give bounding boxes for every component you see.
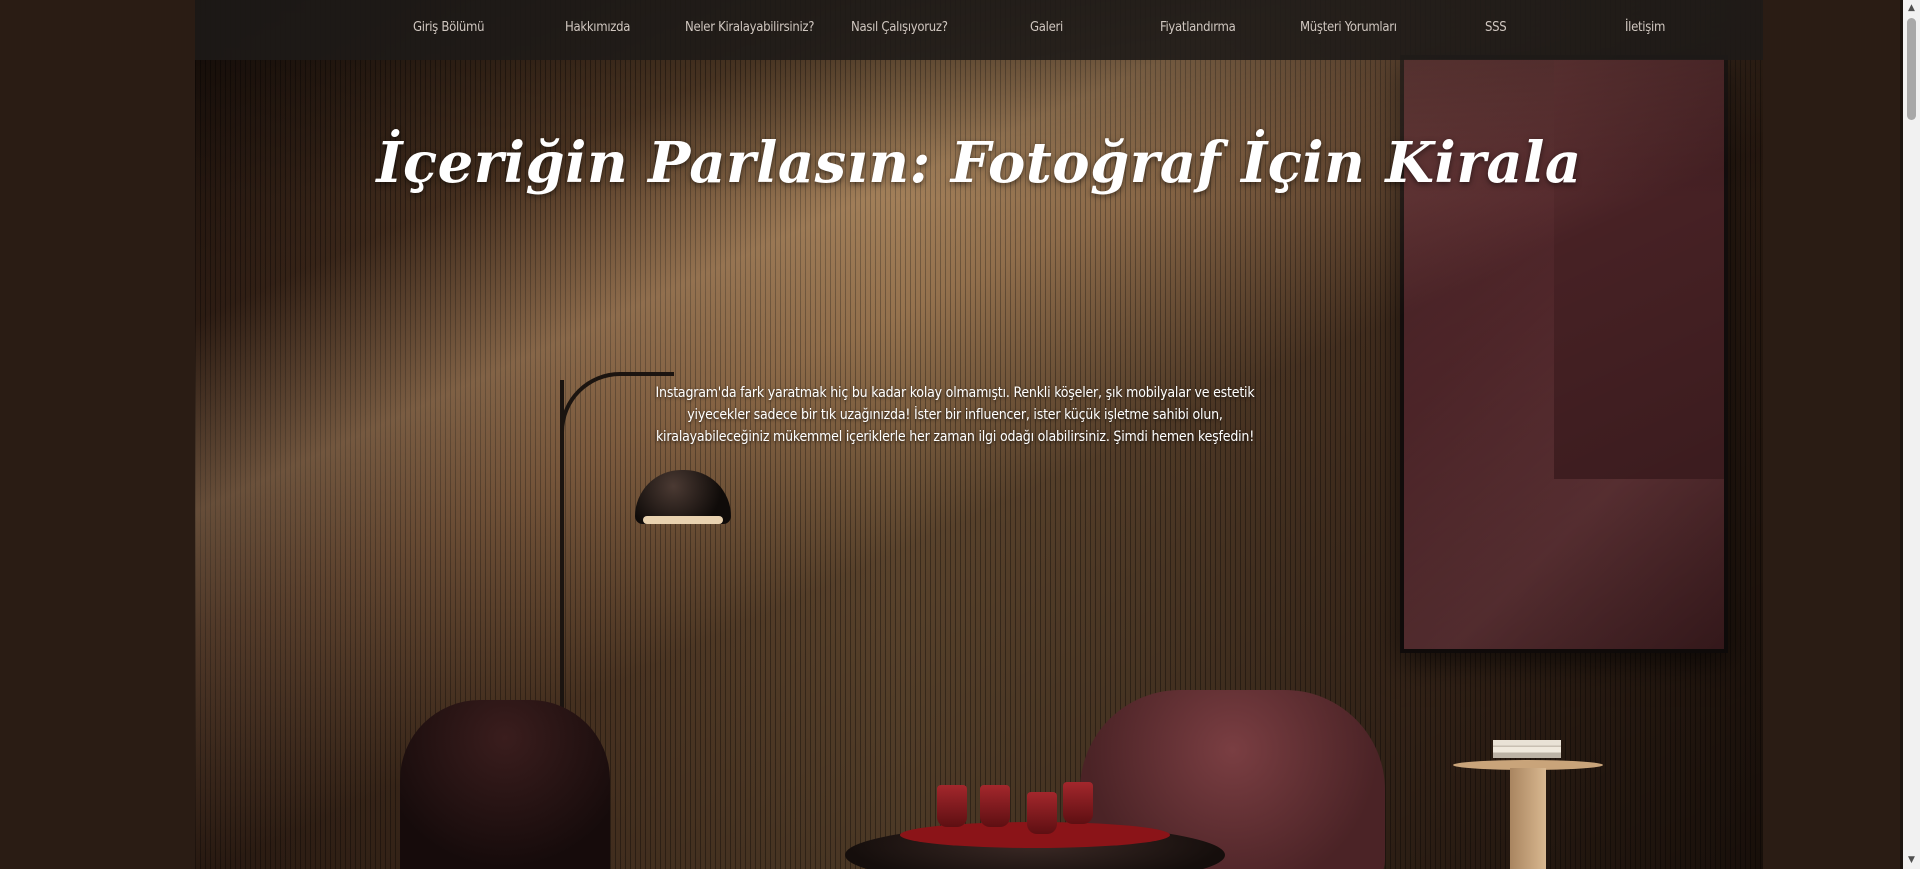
scrollbar-thumb[interactable] — [1907, 18, 1916, 120]
nav-item-musteri-yorumlari[interactable]: Müşteri Yorumları — [1300, 20, 1397, 35]
scroll-up-arrow-icon[interactable]: ▲ — [1903, 0, 1920, 17]
nav-item-hakkimizda[interactable]: Hakkımızda — [565, 20, 630, 35]
nav-item-giris[interactable]: Giriş Bölümü — [413, 20, 485, 35]
nav-item-nasil-calisiyoruz[interactable]: Nasıl Çalışıyoruz? — [851, 20, 948, 35]
cup — [1063, 782, 1093, 824]
nav-item-neler-kiralayabilirsiniz[interactable]: Neler Kiralayabilirsiniz? — [685, 20, 814, 35]
nav-item-iletisim[interactable]: İletişim — [1625, 20, 1665, 35]
floor-lamp-glow — [643, 516, 723, 524]
nav-item-galeri[interactable]: Galeri — [1030, 20, 1063, 35]
hero-title: İçeriğin Parlasın: Fotoğraf İçin Kirala — [376, 130, 1582, 196]
page-margin-left — [0, 0, 195, 869]
page-margin-right — [1763, 0, 1900, 869]
cup — [980, 785, 1010, 827]
scroll-down-arrow-icon[interactable]: ▼ — [1903, 852, 1920, 869]
page-viewport: Giriş Bölümü Hakkımızda Neler Kiralayabi… — [0, 0, 1920, 869]
nav-item-sss[interactable]: SSS — [1485, 20, 1507, 35]
side-table-leg — [1510, 768, 1546, 869]
hero-description: Instagram'da fark yaratmak hiç bu kadar … — [655, 385, 1255, 445]
top-navigation: Giriş Bölümü Hakkımızda Neler Kiralayabi… — [195, 0, 1763, 60]
nav-item-fiyatlandirma[interactable]: Fiyatlandırma — [1160, 20, 1236, 35]
vertical-scrollbar[interactable]: ▲ ▼ — [1903, 0, 1920, 869]
book-stack — [1493, 740, 1561, 758]
cup — [1027, 792, 1057, 834]
armchair-left — [400, 700, 610, 869]
cup — [937, 785, 967, 827]
